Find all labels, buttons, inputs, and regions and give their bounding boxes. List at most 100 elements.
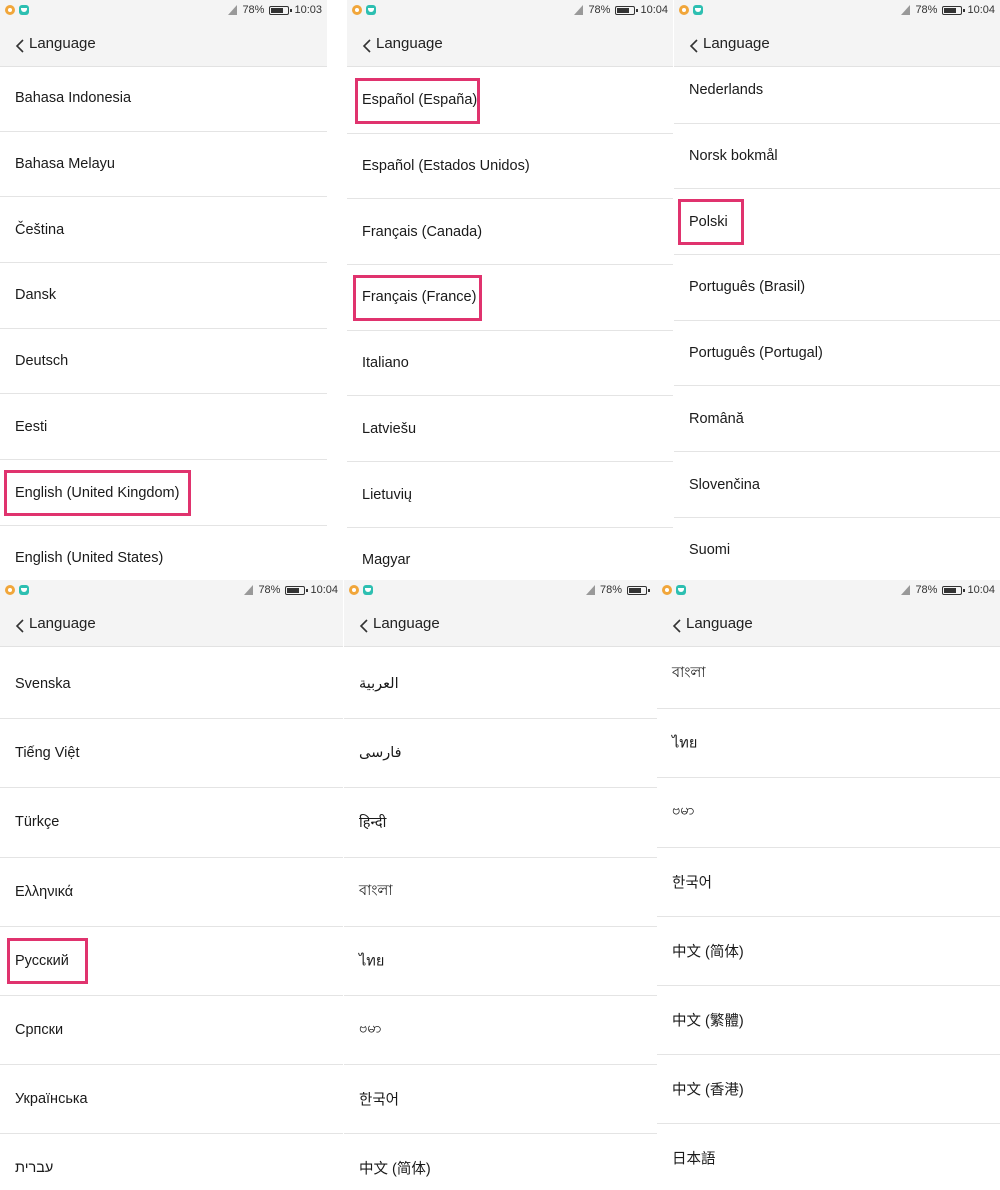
language-item[interactable]: English (United States) bbox=[0, 526, 327, 580]
battery-icon bbox=[269, 5, 293, 15]
app-icon bbox=[19, 585, 29, 595]
language-item[interactable]: Українська bbox=[0, 1065, 343, 1135]
language-label: Русский bbox=[15, 952, 69, 969]
language-label: ไทย bbox=[672, 735, 698, 752]
clock: 10:04 bbox=[310, 584, 338, 596]
language-label: 中文 (简体) bbox=[359, 1161, 431, 1178]
language-item[interactable]: Română bbox=[674, 387, 1000, 453]
language-item[interactable]: Türkçe bbox=[0, 788, 343, 858]
language-item[interactable]: العربية bbox=[344, 650, 657, 720]
language-item[interactable]: فارسی bbox=[344, 719, 657, 789]
screen-5: 78% Language العربية فارسی हिन्दी বাংলা ไทย ဗမ… bbox=[344, 580, 657, 1190]
battery-level bbox=[629, 587, 641, 593]
chevron-left-icon[interactable] bbox=[688, 38, 700, 54]
notification-icon bbox=[5, 585, 15, 595]
language-item[interactable]: Norsk bokmål bbox=[674, 124, 1000, 190]
screen-4: 78% 10:04 Language Svenska Tiếng Việt Türkç… bbox=[0, 580, 343, 1190]
status-left-icons bbox=[662, 585, 686, 595]
battery-level bbox=[271, 7, 284, 13]
language-item[interactable]: हिन्दी bbox=[344, 788, 657, 858]
language-item[interactable]: Magyar bbox=[347, 528, 673, 580]
language-item[interactable]: বাংলা bbox=[344, 858, 657, 927]
battery-icon bbox=[285, 585, 309, 595]
language-label: 한국어 bbox=[359, 1092, 400, 1109]
language-label: Eesti bbox=[15, 418, 48, 435]
language-item[interactable]: Polski bbox=[674, 189, 1000, 256]
notification-icon bbox=[349, 585, 359, 595]
language-item[interactable]: Italiano bbox=[347, 331, 673, 397]
language-item[interactable]: Čeština bbox=[0, 197, 327, 264]
language-item[interactable]: ဗမာ bbox=[344, 996, 657, 1066]
language-item[interactable]: Español (Estados Unidos) bbox=[347, 134, 673, 200]
language-label: English (United States) bbox=[15, 550, 164, 567]
battery-percent: 78% bbox=[915, 584, 938, 596]
status-left-icons bbox=[352, 5, 376, 15]
language-item[interactable]: Русский bbox=[0, 927, 343, 996]
chevron-left-icon[interactable] bbox=[361, 38, 373, 54]
language-item[interactable]: 한국어 bbox=[344, 1065, 657, 1135]
language-item[interactable]: Lietuvių bbox=[347, 462, 673, 528]
language-label: 中文 (香港) bbox=[672, 1082, 744, 1099]
language-item[interactable]: ไทย bbox=[344, 927, 657, 996]
language-item[interactable]: ไทย bbox=[657, 709, 1000, 779]
language-item[interactable]: Tiếng Việt bbox=[0, 719, 343, 789]
language-label: Bahasa Indonesia bbox=[15, 90, 132, 107]
language-item[interactable]: Français (Canada) bbox=[347, 199, 673, 266]
status-left-icons bbox=[679, 5, 703, 15]
chevron-left-icon[interactable] bbox=[14, 618, 26, 634]
notification-icon bbox=[679, 5, 689, 15]
language-label: Ελληνικά bbox=[15, 883, 74, 900]
language-item[interactable]: English (United Kingdom) bbox=[0, 460, 327, 526]
language-item[interactable]: Eesti bbox=[0, 395, 327, 461]
language-item[interactable]: 한국어 bbox=[657, 848, 1000, 917]
language-item[interactable]: Français (France) bbox=[347, 265, 673, 331]
language-item[interactable]: 中文 (香港) bbox=[657, 1055, 1000, 1125]
chevron-left-icon[interactable] bbox=[358, 618, 370, 634]
status-bar: 78% 10:03 bbox=[0, 0, 327, 22]
language-item[interactable]: 中文 (简体) bbox=[344, 1134, 657, 1190]
language-label: Українська bbox=[15, 1091, 88, 1108]
language-label: Nederlands bbox=[689, 82, 764, 99]
notification-icon bbox=[352, 5, 362, 15]
language-label: Svenska bbox=[15, 676, 71, 693]
language-label: ဗမာ bbox=[672, 802, 695, 819]
language-item[interactable]: 中文 (简体) bbox=[657, 917, 1000, 986]
language-item[interactable]: Slovenčina bbox=[674, 452, 1000, 518]
language-item[interactable]: Nederlands bbox=[674, 58, 1000, 124]
language-item[interactable]: Dansk bbox=[0, 263, 327, 329]
language-item[interactable]: Português (Portugal) bbox=[674, 321, 1000, 387]
language-item[interactable]: Српски bbox=[0, 996, 343, 1066]
language-item[interactable]: 日本語 bbox=[657, 1124, 1000, 1190]
language-label: Српски bbox=[15, 1022, 64, 1039]
language-item[interactable]: Svenska bbox=[0, 650, 343, 720]
language-item[interactable]: Español (España) bbox=[347, 68, 673, 134]
language-item[interactable]: Português (Brasil) bbox=[674, 255, 1000, 321]
language-item[interactable]: Deutsch bbox=[0, 329, 327, 395]
status-bar: 78% 10:04 bbox=[674, 0, 1000, 22]
language-label: Slovenčina bbox=[689, 476, 760, 493]
screen-3: 78% 10:04 Language Nederlands Norsk bokmål… bbox=[674, 0, 1000, 580]
battery-level bbox=[287, 587, 300, 593]
language-item[interactable]: עברית bbox=[0, 1134, 343, 1190]
nav-bar: Language bbox=[347, 22, 673, 67]
chevron-left-icon[interactable] bbox=[14, 38, 26, 54]
status-left-icons bbox=[349, 585, 373, 595]
language-item[interactable]: বাংলা bbox=[657, 640, 1000, 710]
language-item[interactable]: Suomi bbox=[674, 518, 1000, 580]
chevron-left-icon[interactable] bbox=[671, 618, 683, 634]
battery-percent: 78% bbox=[915, 4, 938, 16]
language-item[interactable]: ဗမာ bbox=[657, 778, 1000, 848]
language-item[interactable]: Bahasa Indonesia bbox=[0, 66, 327, 132]
language-item[interactable]: 中文 (繁體) bbox=[657, 986, 1000, 1056]
language-item[interactable]: Latviešu bbox=[347, 397, 673, 463]
language-label: Dansk bbox=[15, 287, 57, 304]
language-label: Español (España) bbox=[362, 92, 478, 109]
language-label: Italiano bbox=[362, 355, 409, 372]
page-title: Language bbox=[373, 615, 440, 632]
signal-icon bbox=[585, 585, 595, 595]
language-item[interactable]: Bahasa Melayu bbox=[0, 132, 327, 198]
app-icon bbox=[19, 5, 29, 15]
language-item[interactable]: Ελληνικά bbox=[0, 858, 343, 927]
language-label: فارسی bbox=[359, 745, 402, 762]
language-label: Magyar bbox=[362, 552, 411, 569]
